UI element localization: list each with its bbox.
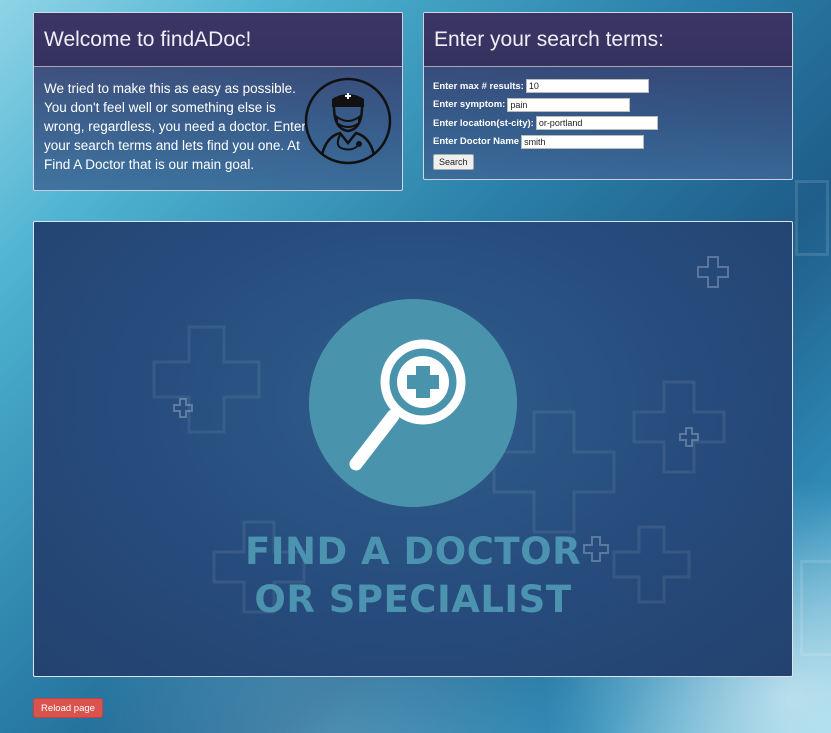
max-results-input[interactable] bbox=[525, 79, 649, 94]
search-button[interactable]: Search bbox=[433, 154, 474, 170]
search-panel: Enter your search terms: Enter max # res… bbox=[423, 12, 793, 180]
welcome-panel: Welcome to findADoc! We tried to make th… bbox=[33, 12, 403, 191]
max-results-row: Enter max # results: bbox=[433, 77, 783, 96]
symptom-label: Enter symptom: bbox=[433, 99, 506, 111]
hero-title-line2: OR SPECIALIST bbox=[254, 578, 572, 621]
doctor-name-input[interactable] bbox=[521, 134, 645, 149]
welcome-body: We tried to make this as easy as possibl… bbox=[34, 67, 402, 174]
location-label: Enter location(st-city): bbox=[433, 117, 534, 129]
location-input[interactable] bbox=[535, 116, 658, 131]
doctor-icon bbox=[304, 77, 392, 165]
reload-page-button[interactable]: Reload page bbox=[33, 698, 103, 718]
background-cross bbox=[795, 180, 829, 256]
doctor-name-row: Enter Doctor Name bbox=[433, 133, 783, 152]
search-form: Enter max # results: Enter symptom: Ente… bbox=[424, 67, 792, 170]
symptom-row: Enter symptom: bbox=[433, 96, 783, 115]
max-results-label: Enter max # results: bbox=[433, 80, 524, 92]
symptom-input[interactable] bbox=[507, 97, 631, 112]
welcome-text: We tried to make this as easy as possibl… bbox=[44, 81, 306, 172]
hero-title-line1: FIND A DOCTOR bbox=[244, 530, 582, 573]
background-cross bbox=[800, 560, 831, 656]
welcome-title: Welcome to findADoc! bbox=[34, 13, 402, 67]
doctor-name-label: Enter Doctor Name bbox=[433, 136, 520, 148]
location-row: Enter location(st-city): bbox=[433, 114, 783, 133]
search-title: Enter your search terms: bbox=[424, 13, 792, 67]
hero-banner: FIND A DOCTOR OR SPECIALIST bbox=[33, 221, 793, 677]
